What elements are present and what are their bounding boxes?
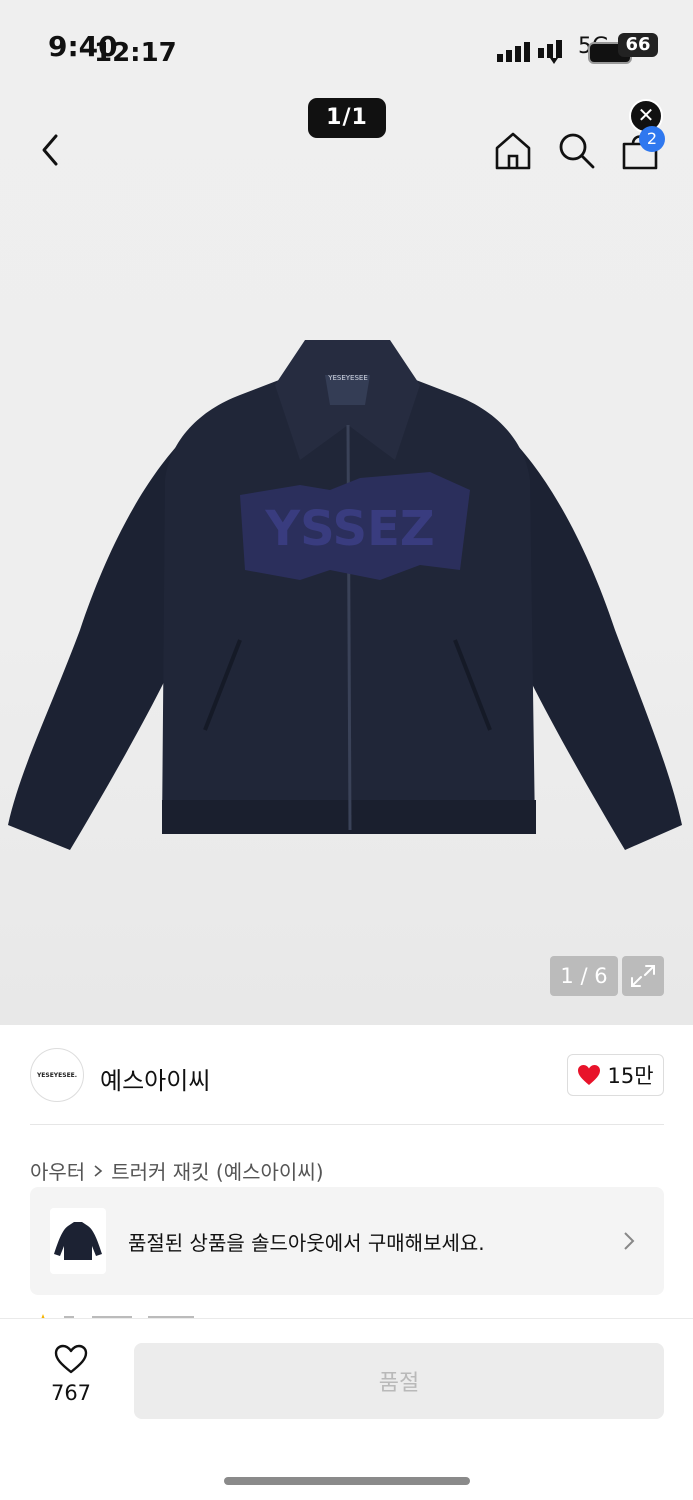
brand-logo-text: YESEYESEE.	[36, 1071, 78, 1079]
bottom-action-bar: 767 품절	[0, 1318, 693, 1500]
brand-logo[interactable]: YESEYESEE.	[30, 1048, 84, 1102]
divider	[30, 1124, 664, 1125]
status-bar: 9:40 12:17 5G 66	[0, 30, 693, 70]
soldout-product-thumbnail	[50, 1208, 106, 1274]
cart-count-badge: 2	[639, 126, 665, 152]
soldout-banner[interactable]: 품절된 상품을 솔드아웃에서 구매해보세요.	[30, 1187, 664, 1295]
signal-icon	[497, 42, 530, 62]
battery-level: 66	[618, 33, 658, 57]
breadcrumb: 아우터 트러커 재킷 (예스아이씨)	[30, 1156, 324, 1185]
expand-icon[interactable]	[622, 956, 664, 996]
brand-name[interactable]: 예스아이씨	[100, 1061, 210, 1096]
home-indicator	[224, 1477, 470, 1485]
chevron-right-icon	[624, 1232, 635, 1250]
soldout-banner-text: 품절된 상품을 솔드아웃에서 구매해보세요.	[128, 1231, 485, 1255]
soldout-button: 품절	[134, 1343, 664, 1419]
back-icon[interactable]	[36, 132, 66, 168]
home-icon[interactable]	[494, 130, 532, 170]
top-pager: 1/1	[308, 98, 386, 138]
status-time-overlay: 12:17	[94, 38, 177, 68]
image-counter: 1 / 6	[550, 956, 618, 996]
heart-outline-icon	[54, 1344, 88, 1374]
search-icon[interactable]	[556, 130, 596, 170]
brand-like-button[interactable]: 15만	[567, 1054, 664, 1096]
product-gallery[interactable]: 9:40 12:17 5G 66 1/1 ✕ 2	[0, 0, 693, 1025]
svg-text:YSSEZ: YSSEZ	[264, 501, 434, 557]
brand-like-count: 15만	[607, 1064, 654, 1088]
brand-section: YESEYESEE. 예스아이씨 15만	[0, 1025, 693, 1125]
chevron-right-icon	[94, 1164, 103, 1177]
breadcrumb-category[interactable]: 아우터	[30, 1156, 85, 1185]
product-image[interactable]: YSSEZ YESEYESEE	[0, 330, 693, 870]
breadcrumb-product: 트러커 재킷 (예스아이씨)	[111, 1160, 324, 1184]
heart-filled-icon	[578, 1065, 601, 1085]
wifi-icon	[538, 40, 562, 64]
wishlist-button[interactable]: 767	[36, 1343, 106, 1423]
wishlist-count: 767	[50, 1381, 92, 1405]
product-logo-label: YESEYESEE	[327, 374, 368, 382]
